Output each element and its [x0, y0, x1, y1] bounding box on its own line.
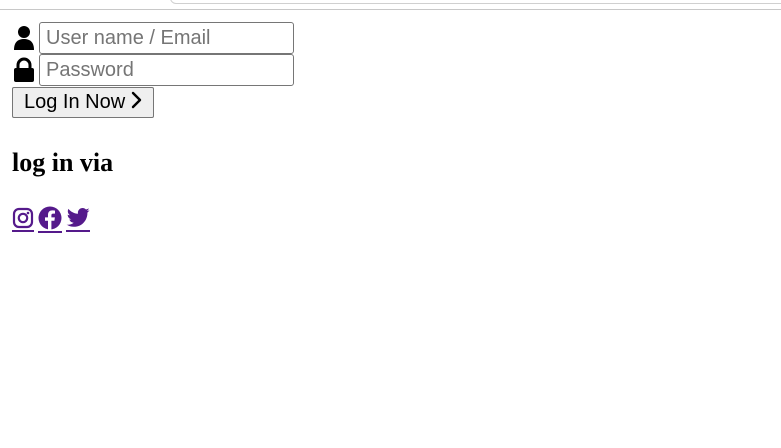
username-row [12, 22, 294, 54]
facebook-icon [38, 206, 62, 230]
social-links [12, 206, 90, 233]
instagram-icon [12, 207, 34, 229]
log-in-now-button[interactable]: Log In Now [12, 87, 155, 118]
password-input[interactable] [39, 54, 294, 86]
log-in-now-label: Log In Now [24, 91, 126, 113]
browser-tab-edge [170, 0, 781, 4]
chevron-right-icon [131, 91, 143, 115]
instagram-link[interactable] [12, 207, 34, 232]
username-input[interactable] [39, 22, 294, 54]
lock-icon [12, 56, 36, 84]
twitter-link[interactable] [66, 207, 90, 232]
browser-top-edge [0, 0, 781, 10]
social-login-heading: log in via [12, 148, 114, 177]
user-icon [12, 24, 36, 52]
facebook-link[interactable] [38, 206, 62, 233]
twitter-icon [66, 208, 90, 227]
login-form: Log In Now [12, 22, 294, 118]
password-row [12, 54, 294, 86]
